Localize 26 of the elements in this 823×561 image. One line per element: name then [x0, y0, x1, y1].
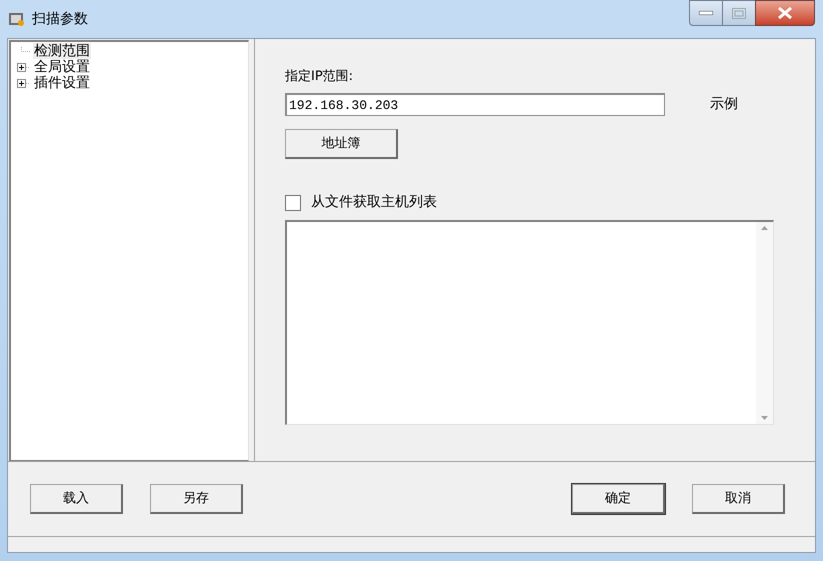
expand-icon[interactable]: [17, 62, 30, 72]
address-book-button[interactable]: 地址簿: [285, 129, 398, 159]
expand-icon[interactable]: [17, 78, 30, 88]
dialog-button[interactable]: 取消: [692, 484, 785, 514]
tree-item[interactable]: 插件设置: [33, 75, 91, 91]
close-button[interactable]: [755, 0, 815, 26]
dialog-button[interactable]: 另存: [150, 484, 243, 514]
app-icon: [8, 11, 26, 27]
dialog-button[interactable]: 确定: [572, 484, 665, 514]
checkbox[interactable]: [285, 194, 301, 210]
tree-item[interactable]: 全局设置: [33, 59, 91, 75]
scrollbar[interactable]: [756, 222, 773, 424]
example-label: 示例: [710, 95, 738, 114]
scroll-down-icon[interactable]: [761, 416, 768, 420]
ip-range-field[interactable]: 192.168.30.203: [285, 93, 665, 116]
close-icon: [777, 6, 793, 20]
window-title: 扫描参数: [32, 10, 88, 28]
ip-range-label: 指定IP范围:: [285, 68, 354, 86]
dialog-button[interactable]: 载入: [30, 484, 123, 514]
scroll-up-icon[interactable]: [761, 226, 768, 230]
maximize-icon: [732, 8, 746, 18]
minimize-button[interactable]: [689, 0, 723, 26]
tree-item[interactable]: 检测范围: [33, 43, 91, 59]
maximize-button[interactable]: [723, 0, 755, 26]
minimize-icon: [699, 11, 713, 15]
checkbox-label: 从文件获取主机列表: [311, 193, 437, 212]
